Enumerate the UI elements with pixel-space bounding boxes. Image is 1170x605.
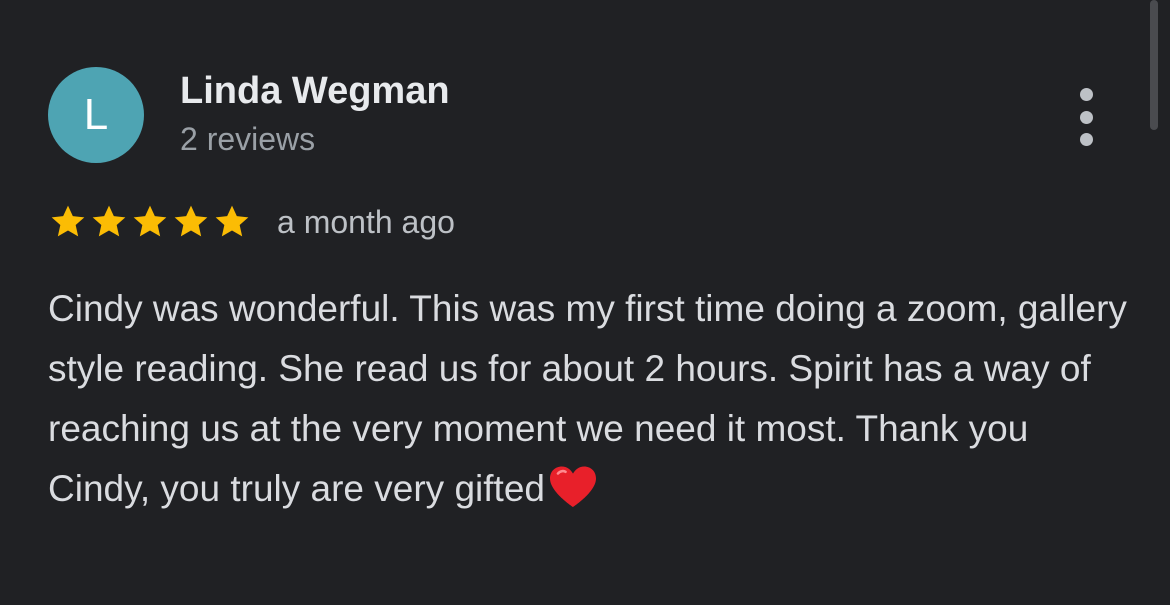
review-body: Cindy was wonderful. This was my first t… — [48, 279, 1128, 519]
review-count[interactable]: 2 reviews — [180, 121, 315, 158]
heart-icon — [547, 465, 599, 509]
rating-row: a month ago — [48, 200, 455, 244]
avatar-initial: L — [83, 90, 109, 139]
star-icon — [212, 202, 252, 242]
reviewer-name[interactable]: Linda Wegman — [180, 70, 450, 113]
more-vert-dot — [1079, 133, 1093, 146]
star-icon — [130, 202, 170, 242]
review-date: a month ago — [277, 203, 455, 240]
avatar[interactable]: L — [48, 67, 144, 163]
scrollbar[interactable] — [1150, 0, 1158, 130]
more-vert-icon — [1079, 88, 1093, 101]
star-rating — [48, 202, 253, 242]
more-options-button[interactable] — [1064, 88, 1108, 146]
star-icon — [171, 202, 211, 242]
star-icon — [89, 202, 129, 242]
more-vert-dot — [1079, 110, 1093, 124]
review-card: L Linda Wegman 2 reviews a month ago Cin… — [0, 0, 1170, 605]
star-icon — [48, 202, 88, 242]
